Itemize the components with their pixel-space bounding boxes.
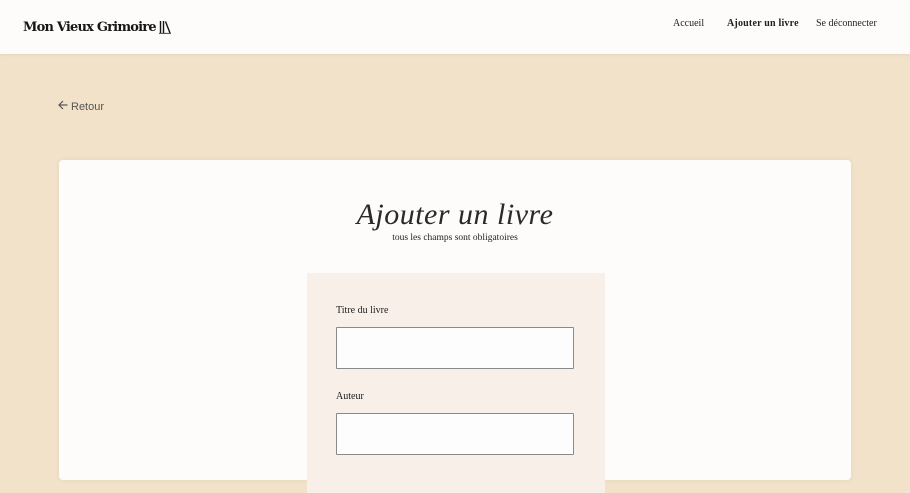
back-link[interactable]: Retour: [58, 100, 104, 113]
form-card: Ajouter un livre tous les champs sont ob…: [59, 160, 851, 493]
back-label: Retour: [71, 100, 105, 113]
logo-text: Mon Vieux Grimoire: [23, 19, 157, 35]
nav-home-link[interactable]: Accueil: [673, 18, 704, 29]
title-input[interactable]: [336, 327, 574, 369]
nav-logout-link[interactable]: Se déconnecter: [816, 18, 877, 29]
arrow-left-icon: [58, 100, 68, 113]
book-form: Titre du livre Auteur: [307, 273, 605, 493]
logo[interactable]: Mon Vieux Grimoire: [23, 17, 171, 37]
title-field-label: Titre du livre: [336, 305, 389, 316]
page-subtitle: tous les champs sont obligatoires: [392, 233, 518, 243]
page-title: Ajouter un livre: [356, 198, 554, 231]
books-icon: [158, 20, 171, 34]
site-header: Mon Vieux Grimoire Accueil Ajouter un li…: [0, 0, 910, 54]
author-field-label: Auteur: [336, 391, 364, 402]
nav-add-book-link[interactable]: Ajouter un livre: [727, 18, 799, 29]
